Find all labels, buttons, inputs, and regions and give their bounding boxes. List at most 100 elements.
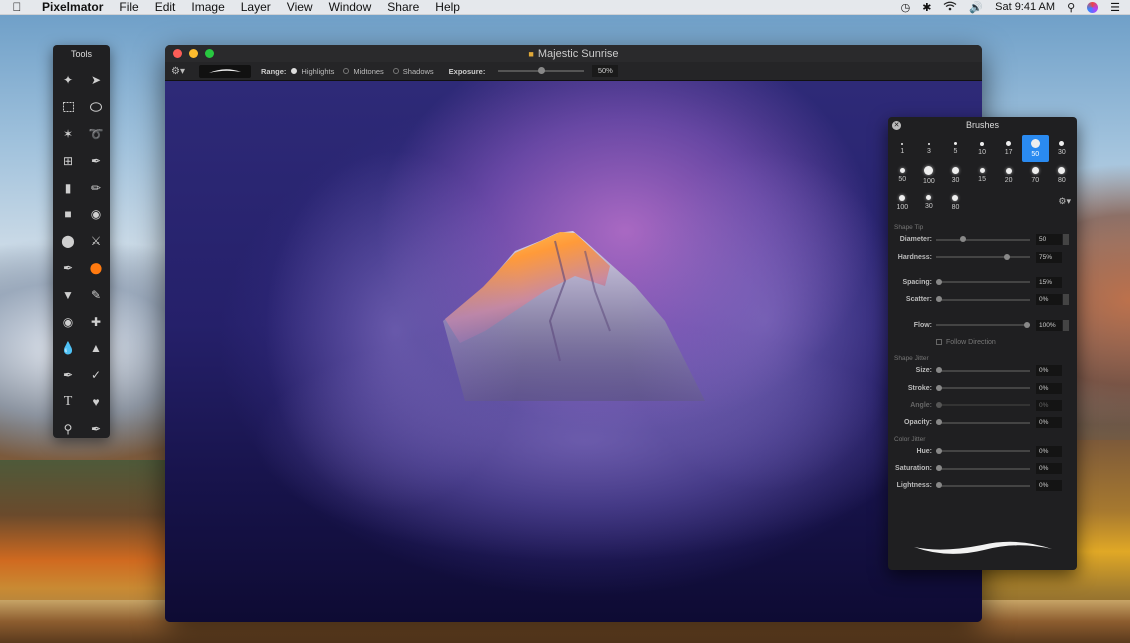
brush-preset-14[interactable]: 100 [889, 189, 916, 216]
opacity-jitter-value-field[interactable]: 0% [1036, 417, 1062, 429]
tool-eyedropper-icon[interactable]: ✒ [82, 147, 110, 174]
brush-preset-9[interactable]: 30 [942, 162, 969, 189]
wifi-icon[interactable] [943, 1, 957, 14]
menu-layer[interactable]: Layer [233, 0, 279, 15]
tool-rect-select-icon[interactable] [54, 94, 82, 121]
diameter-slider-knob[interactable] [960, 236, 966, 243]
diameter-stepper[interactable] [1063, 234, 1069, 246]
size-jitter-value-field[interactable]: 0% [1036, 365, 1062, 377]
tool-magic-wand-icon[interactable]: ✶ [54, 121, 82, 148]
menu-view[interactable]: View [279, 0, 321, 15]
tool-paint-bucket-icon[interactable]: ⚔ [82, 228, 110, 255]
siri-icon[interactable] [1087, 1, 1099, 13]
menu-app-name[interactable]: Pixelmator [34, 0, 111, 15]
menu-window[interactable]: Window [321, 0, 380, 15]
brush-preset-1[interactable]: 3 [916, 135, 943, 162]
tool-eraser-icon[interactable]: ▮ [54, 174, 82, 201]
tool-freeform-pen-icon[interactable]: ✓ [82, 362, 110, 389]
lightness-jitter-slider-knob[interactable] [936, 482, 942, 489]
exposure-slider[interactable] [498, 67, 585, 74]
follow-direction-checkbox[interactable]: Follow Direction [888, 334, 1077, 351]
hue-jitter-slider[interactable] [936, 447, 1030, 454]
flow-stepper[interactable] [1063, 319, 1069, 331]
tool-shape-icon[interactable]: ■ [54, 201, 82, 228]
apple-icon[interactable]:  [0, 0, 34, 14]
hue-jitter-slider-knob[interactable] [936, 447, 942, 454]
brush-settings-gear-icon[interactable]: ⚙▾ [1058, 196, 1071, 207]
brush-preset-selector[interactable] [199, 64, 251, 78]
notification-center-icon[interactable]: ☰ [1110, 1, 1120, 14]
stroke-jitter-slider[interactable] [936, 384, 1030, 391]
range-highlights-radio[interactable]: Highlights [291, 67, 334, 76]
minimize-window-button[interactable] [189, 49, 198, 58]
flow-slider[interactable] [936, 321, 1030, 328]
tool-zoom-icon[interactable]: ⚲ [54, 415, 82, 442]
spacing-slider-knob[interactable] [936, 278, 942, 285]
hue-jitter-value-field[interactable]: 0% [1036, 445, 1062, 457]
stroke-jitter-slider-knob[interactable] [936, 384, 942, 391]
brush-preset-5[interactable]: 50 [1021, 135, 1049, 162]
menu-share[interactable]: Share [379, 0, 427, 15]
volume-icon[interactable]: 🔊 [969, 1, 983, 14]
size-jitter-slider-knob[interactable] [936, 367, 942, 374]
hardness-slider-knob[interactable] [1004, 253, 1010, 260]
tool-color-picker-icon[interactable]: ✒ [82, 415, 110, 442]
diameter-slider[interactable] [936, 236, 1030, 243]
spacing-value-field[interactable]: 15% [1036, 276, 1062, 288]
tool-crop-icon[interactable]: ⊞ [54, 147, 82, 174]
spotlight-icon[interactable]: ⚲ [1067, 1, 1075, 14]
exposure-value-field[interactable]: 50% [592, 65, 619, 77]
tool-blur-icon[interactable]: 💧 [54, 335, 82, 362]
tool-arrange-icon[interactable]: ➤ [82, 67, 110, 94]
scatter-value-field[interactable]: 0% [1036, 294, 1062, 306]
tool-sharpen-icon[interactable]: ▲ [82, 335, 110, 362]
range-shadows-radio[interactable]: Shadows [392, 67, 434, 76]
size-jitter-slider[interactable] [936, 367, 1030, 374]
brush-preset-16[interactable]: 80 [942, 189, 969, 216]
tool-brush-icon[interactable]: ✒ [54, 255, 82, 282]
tool-lasso-icon[interactable]: ➰ [82, 121, 110, 148]
tool-repair-icon[interactable]: ✚ [82, 308, 110, 335]
saturation-jitter-value-field[interactable]: 0% [1036, 463, 1062, 475]
lightness-jitter-slider[interactable] [936, 482, 1030, 489]
brush-preset-13[interactable]: 80 [1049, 162, 1076, 189]
brush-preset-7[interactable]: 50 [889, 162, 916, 189]
menu-image[interactable]: Image [183, 0, 232, 15]
opacity-jitter-slider[interactable] [936, 419, 1030, 426]
brush-preset-0[interactable]: 1 [889, 135, 916, 162]
tool-style-icon[interactable]: ✦ [54, 67, 82, 94]
image-canvas[interactable] [165, 81, 982, 622]
menu-help[interactable]: Help [427, 0, 468, 15]
tool-pencil-icon[interactable]: ✏ [82, 174, 110, 201]
scatter-stepper[interactable] [1063, 294, 1069, 306]
tool-smudge-icon[interactable]: ✎ [82, 281, 110, 308]
time-machine-icon[interactable]: ◷ [901, 1, 911, 14]
tool-sponge-icon[interactable]: ⬤ [54, 228, 82, 255]
flow-slider-knob[interactable] [1024, 321, 1030, 328]
zoom-window-button[interactable] [205, 49, 214, 58]
window-titlebar[interactable]: ■ Majestic Sunrise [165, 45, 982, 62]
scatter-slider[interactable] [936, 296, 1030, 303]
saturation-jitter-slider[interactable] [936, 465, 1030, 472]
tool-red-eye-icon[interactable]: ◉ [54, 308, 82, 335]
hardness-value-field[interactable]: 75% [1036, 251, 1062, 263]
range-midtones-radio[interactable]: Midtones [343, 67, 384, 76]
brush-preset-12[interactable]: 70 [1022, 162, 1049, 189]
tool-pen-icon[interactable]: ✒ [54, 362, 82, 389]
spacing-slider[interactable] [936, 278, 1030, 285]
tool-stamp-icon[interactable]: ▼ [54, 281, 82, 308]
brush-preset-10[interactable]: 15 [969, 162, 996, 189]
opacity-jitter-slider-knob[interactable] [936, 419, 942, 426]
scatter-slider-knob[interactable] [936, 296, 942, 303]
tool-options-gear-icon[interactable]: ⚙▾ [165, 66, 191, 77]
hardness-slider[interactable] [936, 253, 1030, 260]
brush-preset-6[interactable]: 30 [1049, 135, 1076, 162]
brush-preset-15[interactable]: 30 [916, 189, 943, 216]
menu-edit[interactable]: Edit [147, 0, 184, 15]
diameter-value-field[interactable]: 50 [1036, 234, 1062, 246]
tool-type-icon[interactable]: T [54, 389, 82, 416]
menu-clock[interactable]: Sat 9:41 AM [995, 1, 1055, 13]
brush-preset-2[interactable]: 5 [942, 135, 969, 162]
tool-custom-shape-icon[interactable]: ♥ [82, 389, 110, 416]
close-window-button[interactable] [173, 49, 182, 58]
